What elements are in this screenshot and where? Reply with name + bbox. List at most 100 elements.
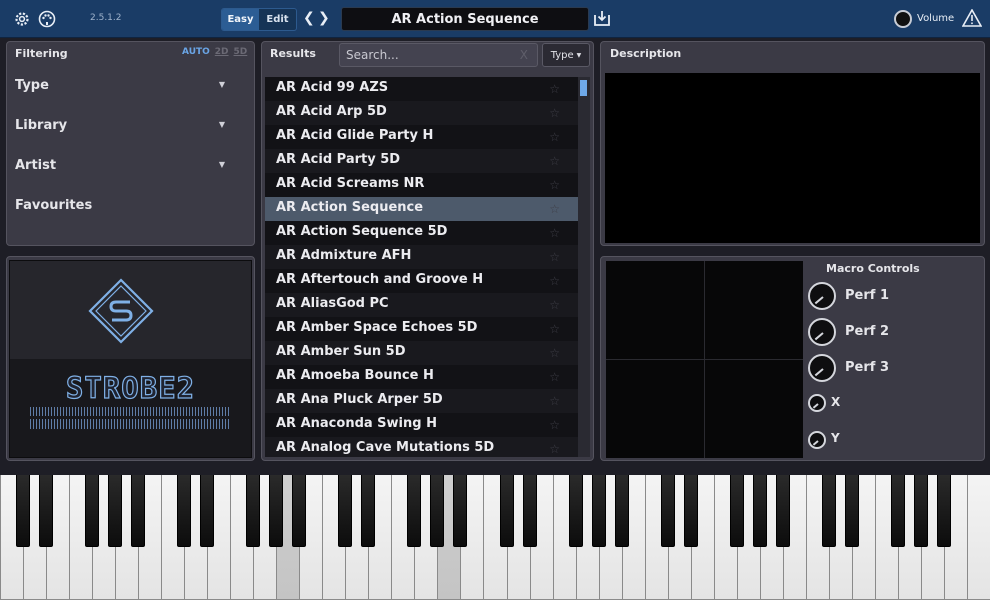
xy-pad[interactable]	[606, 261, 803, 458]
favourite-star-icon[interactable]: ☆	[549, 175, 560, 196]
volume-label: Volume	[917, 13, 955, 24]
preset-name: AR Acid Party 5D	[276, 152, 401, 167]
list-item[interactable]: AR Anaconda Swing H ☆	[265, 413, 578, 437]
list-item[interactable]: AR Aftertouch and Groove H ☆	[265, 269, 578, 293]
list-item[interactable]: AR AliasGod PC ☆	[265, 293, 578, 317]
black-key[interactable]	[108, 475, 123, 547]
filter-mode-5d[interactable]: 5D	[234, 47, 248, 57]
search-placeholder: Search...	[346, 48, 399, 62]
black-key[interactable]	[499, 475, 514, 547]
scrollbar-thumb[interactable]	[580, 80, 587, 96]
perf-3-knob[interactable]	[808, 354, 836, 382]
x-knob[interactable]	[808, 394, 826, 412]
edit-mode-button[interactable]: Edit	[259, 9, 296, 30]
perf-2-label: Perf 2	[845, 324, 889, 339]
list-item[interactable]: AR Action Sequence ☆	[265, 197, 578, 221]
midi-learn-icon[interactable]	[38, 10, 56, 28]
favourite-star-icon[interactable]: ☆	[549, 415, 560, 436]
black-key[interactable]	[913, 475, 928, 547]
black-key[interactable]	[407, 475, 422, 547]
favourite-star-icon[interactable]: ☆	[549, 319, 560, 340]
black-key[interactable]	[246, 475, 261, 547]
black-key[interactable]	[522, 475, 537, 547]
black-key[interactable]	[361, 475, 376, 547]
black-key[interactable]	[844, 475, 859, 547]
list-item[interactable]: AR Acid Party 5D ☆	[265, 149, 578, 173]
warning-icon[interactable]	[961, 8, 983, 31]
list-item[interactable]: AR Amber Sun 5D ☆	[265, 341, 578, 365]
save-preset-icon[interactable]	[593, 9, 611, 27]
black-key[interactable]	[39, 475, 54, 547]
perf-1-knob[interactable]	[808, 282, 836, 310]
black-key[interactable]	[683, 475, 698, 547]
type-sort-label: Type	[550, 49, 574, 61]
filter-mode-auto[interactable]: AUTO	[182, 47, 210, 57]
black-key[interactable]	[890, 475, 905, 547]
list-item[interactable]: AR Acid 99 AZS ☆	[265, 77, 578, 101]
black-key[interactable]	[453, 475, 468, 547]
black-key[interactable]	[660, 475, 675, 547]
type-sort-dropdown[interactable]: Type ▼	[542, 43, 590, 67]
filter-library[interactable]: Library ▼	[15, 118, 235, 133]
results-scrollbar[interactable]	[578, 77, 590, 457]
black-key[interactable]	[729, 475, 744, 547]
black-key[interactable]	[591, 475, 606, 547]
previous-preset-icon[interactable]: ❮	[303, 10, 315, 26]
favourite-star-icon[interactable]: ☆	[549, 391, 560, 412]
favourite-star-icon[interactable]: ☆	[549, 223, 560, 244]
black-key[interactable]	[775, 475, 790, 547]
filter-favourites[interactable]: Favourites	[15, 198, 235, 213]
perf-2-knob[interactable]	[808, 318, 836, 346]
easy-mode-button[interactable]: Easy	[222, 9, 259, 30]
black-key[interactable]	[752, 475, 767, 547]
favourite-star-icon[interactable]: ☆	[549, 103, 560, 124]
black-key[interactable]	[177, 475, 192, 547]
clear-search-icon[interactable]: X	[520, 48, 528, 62]
black-key[interactable]	[85, 475, 100, 547]
favourite-star-icon[interactable]: ☆	[549, 439, 560, 457]
list-item[interactable]: AR Amoeba Bounce H ☆	[265, 365, 578, 389]
favourite-star-icon[interactable]: ☆	[549, 271, 560, 292]
black-key[interactable]	[292, 475, 307, 547]
black-key[interactable]	[936, 475, 951, 547]
filter-artist[interactable]: Artist ▼	[15, 158, 235, 173]
list-item[interactable]: AR Analog Cave Mutations 5D ☆	[265, 437, 578, 457]
favourite-star-icon[interactable]: ☆	[549, 79, 560, 100]
white-key[interactable]	[966, 475, 990, 600]
settings-gear-icon[interactable]	[13, 10, 31, 28]
favourite-star-icon[interactable]: ☆	[549, 151, 560, 172]
black-key[interactable]	[614, 475, 629, 547]
black-key[interactable]	[338, 475, 353, 547]
favourite-star-icon[interactable]: ☆	[549, 343, 560, 364]
black-key[interactable]	[269, 475, 284, 547]
black-key[interactable]	[200, 475, 215, 547]
list-item[interactable]: AR Amber Space Echoes 5D ☆	[265, 317, 578, 341]
favourite-star-icon[interactable]: ☆	[549, 127, 560, 148]
preset-name-display[interactable]: AR Action Sequence	[341, 7, 589, 31]
black-key[interactable]	[16, 475, 31, 547]
black-key[interactable]	[568, 475, 583, 547]
black-key[interactable]	[131, 475, 146, 547]
black-key[interactable]	[430, 475, 445, 547]
strobe2-logo: STROBE2	[9, 260, 252, 458]
search-input[interactable]: Search... X	[339, 43, 538, 67]
next-preset-icon[interactable]: ❯	[318, 10, 330, 26]
preset-name: AR Amber Sun 5D	[276, 344, 406, 359]
chevron-down-icon: ▼	[218, 80, 225, 89]
filter-mode-2d[interactable]: 2D	[215, 47, 229, 57]
favourite-star-icon[interactable]: ☆	[549, 367, 560, 388]
preset-name: AR Anaconda Swing H	[276, 416, 437, 431]
list-item[interactable]: AR Acid Arp 5D ☆	[265, 101, 578, 125]
list-item[interactable]: AR Admixture AFH ☆	[265, 245, 578, 269]
volume-knob[interactable]	[894, 10, 912, 28]
list-item[interactable]: AR Ana Pluck Arper 5D ☆	[265, 389, 578, 413]
list-item[interactable]: AR Acid Screams NR ☆	[265, 173, 578, 197]
y-knob[interactable]	[808, 431, 826, 449]
list-item[interactable]: AR Action Sequence 5D ☆	[265, 221, 578, 245]
black-key[interactable]	[821, 475, 836, 547]
filter-type[interactable]: Type ▼	[15, 78, 235, 93]
favourite-star-icon[interactable]: ☆	[549, 295, 560, 316]
favourite-star-icon[interactable]: ☆	[549, 247, 560, 268]
favourite-star-icon[interactable]: ☆	[549, 199, 560, 220]
list-item[interactable]: AR Acid Glide Party H ☆	[265, 125, 578, 149]
